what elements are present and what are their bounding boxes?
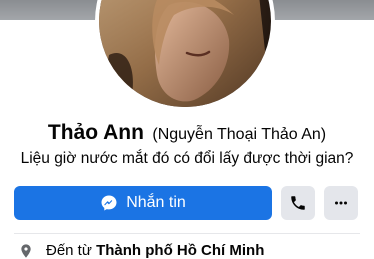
messenger-icon <box>101 195 117 211</box>
call-button[interactable] <box>281 186 315 220</box>
intro-location-row: Đến từ Thành phố Hồ Chí Minh <box>18 242 264 259</box>
profile-display-name: Thảo Ann <box>47 121 144 144</box>
profile-alternate-name: (Nguyễn Thoại Thảo An) <box>152 126 327 143</box>
profile-bio: Liệu giờ nước mắt đó có đổi lấy được thờ… <box>20 150 354 167</box>
phone-icon <box>291 196 305 210</box>
message-button[interactable]: Nhắn tin <box>14 186 272 220</box>
profile-avatar[interactable] <box>95 0 275 111</box>
location-place-link[interactable]: Thành phố Hồ Chí Minh <box>96 242 264 259</box>
more-icon <box>335 201 347 205</box>
profile-name-row: Thảo Ann (Nguyễn Thoại Thảo An) <box>0 121 374 145</box>
section-divider <box>14 233 360 234</box>
location-prefix: Đến từ <box>46 242 92 259</box>
location-pin-icon <box>21 243 31 258</box>
message-button-label: Nhắn tin <box>126 194 186 211</box>
avatar-image <box>99 0 271 107</box>
more-button[interactable] <box>324 186 358 220</box>
